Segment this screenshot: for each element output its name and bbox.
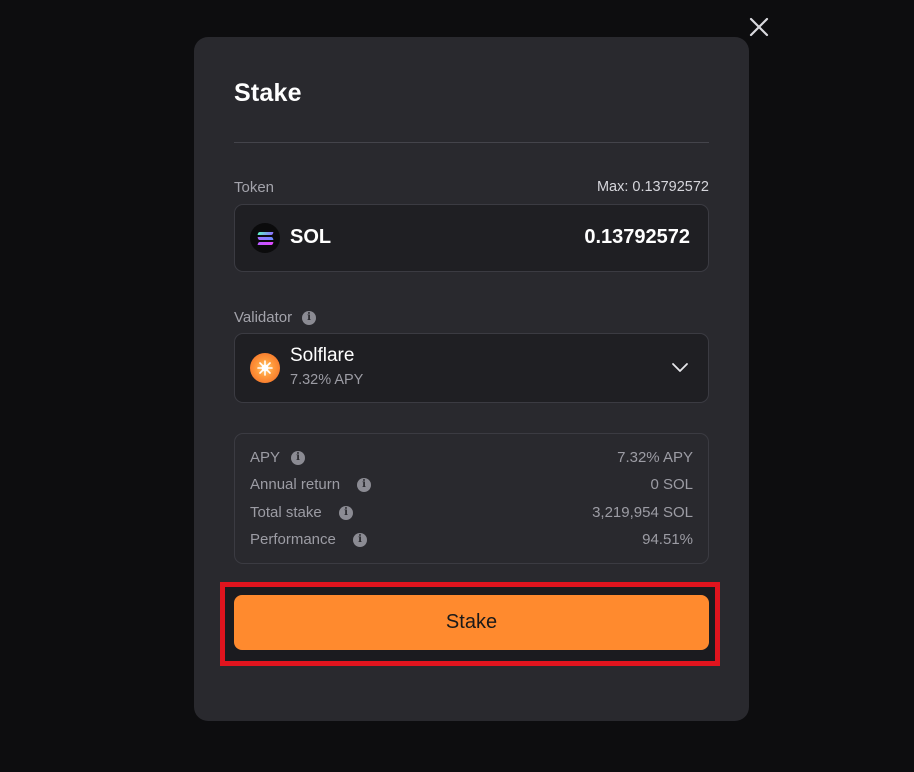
- stake-modal: Stake Token Max: 0.13792572 SOL Validato…: [194, 37, 749, 721]
- stat-row-total-stake: Total stake i 3,219,954 SOL: [250, 504, 693, 524]
- stat-row-performance: Performance i 94.51%: [250, 531, 693, 551]
- close-button[interactable]: [746, 14, 772, 40]
- stat-row-annual-return: Annual return i 0 SOL: [250, 476, 693, 496]
- validator-apy: 7.32% APY: [290, 372, 364, 388]
- stat-value: 3,219,954 SOL: [592, 504, 693, 521]
- annual-return-info-icon[interactable]: i: [357, 478, 371, 492]
- token-symbol: SOL: [290, 226, 332, 248]
- total-stake-info-icon[interactable]: i: [339, 506, 353, 520]
- close-icon: [749, 17, 769, 37]
- title-divider: [234, 142, 709, 143]
- stat-value: 0 SOL: [650, 476, 693, 493]
- stat-row-apy: APY i 7.32% APY: [250, 449, 693, 469]
- stake-button[interactable]: Stake: [234, 595, 709, 650]
- stat-value: 94.51%: [642, 531, 693, 548]
- solana-logo-icon: [250, 223, 280, 253]
- stake-details-panel: APY i 7.32% APY Annual return i 0 SOL To…: [234, 433, 709, 564]
- validator-info-icon[interactable]: i: [302, 311, 316, 325]
- stat-label: Total stake: [250, 504, 322, 521]
- modal-title: Stake: [234, 79, 302, 107]
- apy-info-icon[interactable]: i: [291, 451, 305, 465]
- validator-label: Validator: [234, 309, 293, 326]
- performance-info-icon[interactable]: i: [353, 533, 367, 547]
- stat-value: 7.32% APY: [617, 449, 693, 466]
- chevron-down-icon: [672, 363, 688, 372]
- token-amount-input[interactable]: [430, 226, 690, 249]
- max-amount-button[interactable]: Max: 0.13792572: [597, 179, 709, 195]
- stat-label: APY: [250, 449, 281, 466]
- stat-label: Annual return: [250, 476, 341, 493]
- solflare-logo-icon: [250, 353, 280, 383]
- validator-select[interactable]: Solflare 7.32% APY: [234, 333, 709, 403]
- validator-name: Solflare: [290, 345, 355, 366]
- token-label: Token: [234, 179, 275, 196]
- stat-label: Performance: [250, 531, 336, 548]
- token-amount-field: SOL: [234, 204, 709, 272]
